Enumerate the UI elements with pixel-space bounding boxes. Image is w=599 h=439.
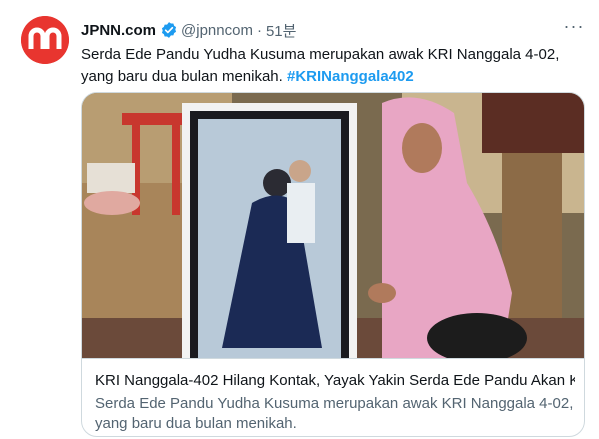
verified-badge-icon: [160, 21, 178, 39]
author-name[interactable]: JPNN.com: [81, 22, 156, 39]
avatar[interactable]: [21, 16, 69, 64]
card-image[interactable]: [82, 93, 584, 358]
jpnn-logo-icon: [21, 16, 69, 64]
card-divider: [82, 358, 584, 359]
author-handle[interactable]: @jpnncom: [181, 22, 253, 39]
card-description: Serda Ede Pandu Yudha Kusuma merupakan a…: [95, 395, 574, 432]
tweet-timestamp[interactable]: 51분: [266, 20, 297, 41]
card-title[interactable]: KRI Nanggala-402 Hilang Kontak, Yayak Ya…: [95, 372, 575, 389]
tweet[interactable]: JPNN.com @jpnncom · 51분 ··· Serda Ede Pa…: [0, 0, 599, 439]
separator-dot: ·: [256, 21, 262, 39]
hashtag-link[interactable]: #KRINanggala402: [287, 68, 414, 85]
tweet-text: Serda Ede Pandu Yudha Kusuma merupakan a…: [81, 44, 581, 88]
link-card[interactable]: KRI Nanggala-402 Hilang Kontak, Yayak Ya…: [81, 92, 585, 437]
more-icon[interactable]: ···: [563, 17, 585, 40]
tweet-header: JPNN.com @jpnncom · 51분: [81, 19, 296, 41]
